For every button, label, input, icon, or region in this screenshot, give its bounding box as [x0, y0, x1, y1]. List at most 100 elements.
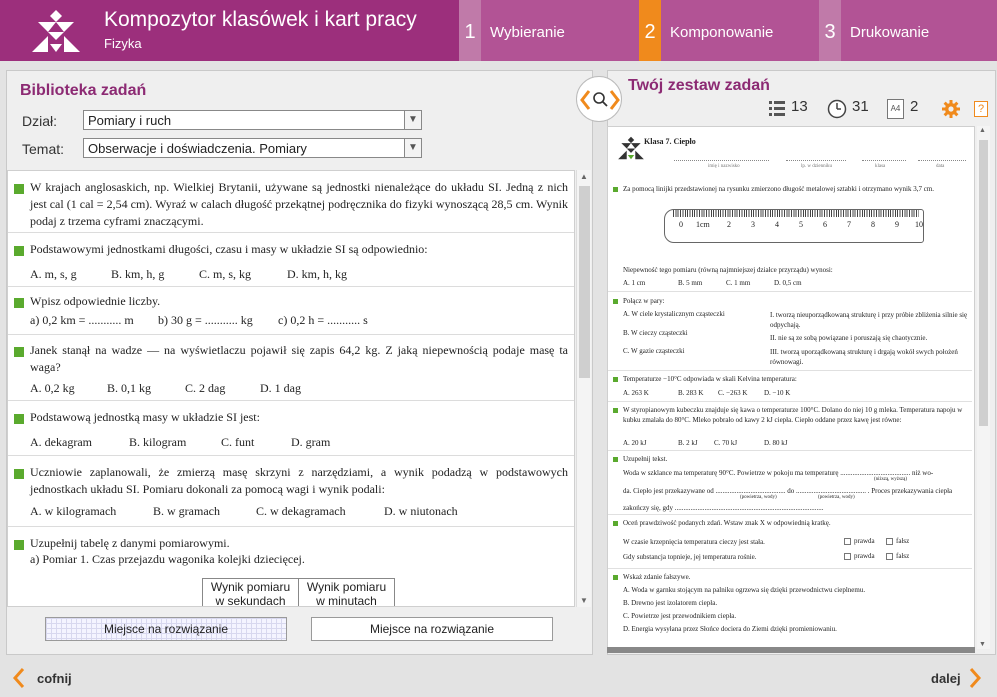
step-komponowanie[interactable]: 2 Komponowanie	[639, 0, 819, 61]
answer-option: B. km, h, g	[111, 267, 165, 281]
solution-plain-button[interactable]: Miejsce na rozwiązanie	[311, 617, 553, 641]
task-list-icon	[769, 101, 785, 116]
doc-task: Temperaturze −10°C odpowiada w skali Kel…	[608, 372, 972, 402]
preview-scrollbar[interactable]: ▲ ▼	[977, 126, 990, 649]
task-item[interactable]: Janek stanął na wadze — na wyświetlaczu …	[8, 336, 574, 401]
doc-fill-line: zakończy się, gdy ......................…	[623, 504, 824, 512]
dzial-label: Dział:	[22, 113, 58, 129]
task-item[interactable]: Uczniowie zaplanowali, że zmierzą masę s…	[8, 457, 574, 527]
doc-answer: B. 2 kJ	[678, 439, 698, 447]
measurement-table: Wynik pomiaru w sekundach Wynik pomiaru …	[202, 578, 395, 606]
doc-task-marker	[613, 187, 618, 192]
gear-icon[interactable]	[941, 99, 961, 119]
table-header: Wynik pomiaru w minutach	[298, 578, 395, 606]
doc-heading: Klasa 7. Ciepło	[644, 137, 696, 146]
doc-statement: W czasie krzepnięcia temperatura cieczy …	[623, 538, 765, 546]
chevron-right-icon[interactable]	[968, 667, 982, 689]
doc-task-marker	[613, 575, 618, 580]
doc-hint: (powietrza, wody)	[740, 495, 777, 500]
doc-task: Połącz w pary: A. W ciele krystalicznym …	[608, 293, 972, 371]
ruler-label: 6	[823, 220, 827, 229]
chevron-down-icon[interactable]: ▼	[404, 111, 421, 129]
task-subtext: a) Pomiar 1. Czas przejazdu wagonika kol…	[30, 552, 305, 566]
doc-option: A. Woda w garnku stojącym na palniku ogr…	[623, 586, 866, 594]
scroll-up-icon[interactable]: ▲	[580, 172, 588, 181]
chevron-left-icon[interactable]	[12, 667, 26, 689]
scroll-down-icon[interactable]: ▼	[979, 641, 986, 648]
doc-checkbox-label: fałsz	[896, 537, 910, 545]
ruler-label: 4	[775, 220, 779, 229]
doc-checkbox-false: fałsz	[886, 552, 909, 560]
doc-task-text: Uzupełnij tekst.	[623, 455, 668, 463]
doc-task-text: Wskaż zdanie fałszywe.	[623, 573, 691, 581]
doc-answer: A. 263 K	[623, 389, 649, 397]
ruler-label: 8	[871, 220, 875, 229]
minutes-count: 31	[852, 98, 869, 115]
help-button[interactable]: ?	[974, 101, 988, 117]
answer-option: C. funt	[221, 435, 255, 449]
task-text: Janek stanął na wadze — na wyświetlaczu …	[30, 343, 568, 374]
doc-hint: (powietrza, wody)	[818, 495, 855, 500]
doc-field-label: data	[936, 164, 945, 169]
dzial-select[interactable]: Pomiary i ruch ▼	[83, 110, 422, 130]
scroll-up-icon[interactable]: ▲	[979, 127, 986, 134]
doc-option: D. Energia wysyłana przez Słońce dociera…	[623, 625, 837, 633]
task-item[interactable]: Wpisz odpowiednie liczby. a) 0,2 km = ..…	[8, 288, 574, 335]
scroll-down-icon[interactable]: ▼	[580, 596, 588, 605]
scroll-thumb[interactable]	[979, 140, 988, 426]
step-label: Drukowanie	[850, 24, 930, 41]
app-header: Kompozytor klasówek i kart pracy Fizyka …	[0, 0, 997, 61]
doc-hint: (niższą, wyższą)	[874, 477, 908, 482]
task-marker	[14, 540, 24, 550]
ruler-label: 3	[751, 220, 755, 229]
answer-option: C. 2 dag	[185, 381, 226, 395]
doc-answer: C. 70 kJ	[714, 439, 738, 447]
solution-grid-button[interactable]: Miejsce na rozwiązanie	[45, 617, 287, 641]
doc-checkbox-false: fałsz	[886, 537, 909, 545]
step-number: 1	[459, 0, 481, 61]
next-button[interactable]: dalej	[931, 671, 961, 686]
doc-checkbox-label: fałsz	[896, 552, 910, 560]
ruler-label: 9	[895, 220, 899, 229]
doc-task-text: Połącz w pary:	[623, 297, 665, 305]
page-icon: A4	[887, 99, 904, 119]
answer-option: D. gram	[291, 435, 331, 449]
step-drukowanie[interactable]: 3 Drukowanie	[819, 0, 997, 61]
doc-answer: B. 283 K	[678, 389, 704, 397]
ruler-label: 2	[727, 220, 731, 229]
task-item[interactable]: W krajach anglosaskich, np. Wielkiej Bry…	[8, 171, 574, 233]
task-marker	[14, 246, 24, 256]
task-item[interactable]: Podstawową jednostką masy w układzie SI …	[8, 402, 574, 456]
doc-task-text: W styropianowym kubeczku znajduje się ka…	[623, 406, 963, 424]
task-text: W krajach anglosaskich, np. Wielkiej Bry…	[30, 180, 568, 228]
ruler-label: 10	[915, 220, 923, 229]
task-text: Wpisz odpowiednie liczby.	[30, 294, 161, 308]
ruler-label: 5	[799, 220, 803, 229]
step-wybieranie[interactable]: 1 Wybieranie	[459, 0, 639, 61]
doc-answer: A. 20 kJ	[623, 439, 647, 447]
clock-icon	[827, 99, 847, 119]
scroll-thumb[interactable]	[579, 186, 590, 378]
preview-footer-bar	[607, 647, 975, 653]
doc-task: Za pomocą linijki przedstawionej na rysu…	[608, 179, 972, 292]
step-number: 3	[819, 0, 841, 61]
doc-task-marker	[613, 377, 618, 382]
library-title: Biblioteka zadań	[20, 82, 147, 99]
doc-answer: B. 5 mm	[678, 279, 703, 287]
temat-label: Temat:	[22, 141, 65, 157]
page-count: 2	[910, 98, 919, 115]
task-marker	[14, 184, 24, 194]
preview-toggle-button[interactable]	[576, 76, 622, 122]
temat-select[interactable]: Obserwacje i doświadczenia. Pomiary ▼	[83, 138, 422, 158]
doc-checkbox-true: prawda	[844, 552, 875, 560]
library-scrollbar[interactable]: ▲ ▼	[576, 170, 591, 607]
task-item[interactable]: Uzupełnij tabelę z danymi pomiarowymi. a…	[8, 528, 574, 606]
back-button[interactable]: cofnij	[37, 671, 72, 686]
task-item[interactable]: Podstawowymi jednostkami długości, czasu…	[8, 234, 574, 287]
task-text: Uzupełnij tabelę z danymi pomiarowymi.	[30, 536, 230, 550]
answer-option: C. m, s, kg	[199, 267, 252, 281]
chevron-down-icon[interactable]: ▼	[404, 139, 421, 157]
answer-option: B. kilogram	[129, 435, 187, 449]
step-label: Komponowanie	[670, 24, 774, 41]
doc-option: C. Powietrze jest przewodnikiem ciepła.	[623, 612, 737, 620]
